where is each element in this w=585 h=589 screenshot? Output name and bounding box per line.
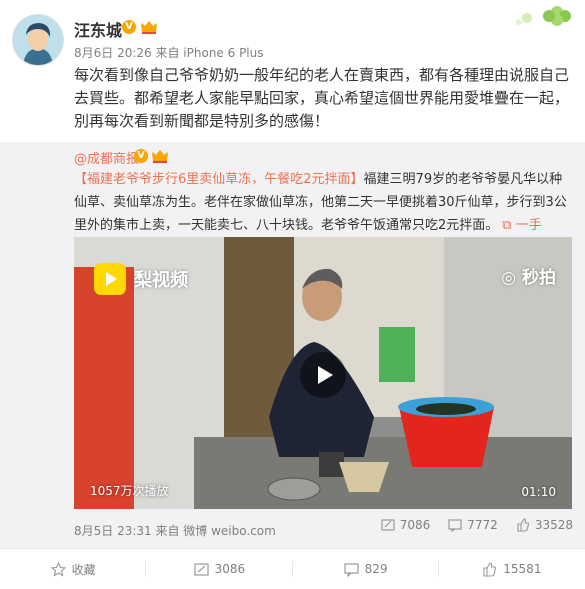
- video-player[interactable]: 梨视频 ◎ 秒拍 1057万次播放 01:10: [74, 237, 572, 509]
- brand-name: 梨视频: [134, 270, 188, 291]
- crown-icon: [152, 150, 168, 163]
- like-count[interactable]: 33528: [516, 518, 573, 532]
- comment-icon: [448, 519, 462, 532]
- like-icon: [483, 561, 497, 577]
- username[interactable]: 汪东城: [74, 17, 122, 41]
- post-text: 每次看到像自己爷爷奶奶一般年纪的老人在賣東西，都有各種理由说服自己去買些。都希望…: [74, 66, 570, 130]
- repost-stats: 7086 7772 33528: [381, 518, 573, 532]
- view-count: 1057万次播放: [90, 484, 169, 498]
- repost-author[interactable]: @成都商报: [74, 148, 139, 167]
- clover-icon: [516, 6, 571, 26]
- crown-icon: [141, 21, 157, 34]
- repost-topic[interactable]: 【福建老爷爷步行6里卖仙草冻，午餐吃2元拌面】: [74, 172, 364, 187]
- favorite-button[interactable]: 收藏: [0, 549, 147, 589]
- comment-count[interactable]: 7772: [448, 518, 498, 532]
- like-button[interactable]: 15581: [439, 549, 585, 589]
- repost-card: @成都商报 V 【福建老爷爷步行6里卖仙草冻，午餐吃2元拌面】福建三明79岁的老…: [0, 142, 585, 548]
- verified-badge: V: [122, 20, 136, 34]
- post-header: 汪东城 V 8月6日 20:26 来自 iPhone 6 Plus 每次看到像自…: [0, 0, 585, 160]
- repost-icon: [381, 519, 395, 531]
- brand-logo-icon: [94, 263, 126, 295]
- like-count-label: 33528: [534, 518, 573, 532]
- repost-count[interactable]: 7086: [381, 518, 431, 532]
- comment-icon: [344, 562, 359, 577]
- comment-count-label: 7772: [467, 518, 498, 532]
- repost-footer: 8月5日 23:31 来自 微博 weibo.com: [74, 524, 276, 538]
- action-bar: 收藏 3086 829 15581: [0, 548, 585, 589]
- comment-button[interactable]: 829: [293, 549, 440, 589]
- like-icon: [517, 518, 529, 532]
- video-duration: 01:10: [521, 485, 556, 499]
- comment-label: 829: [364, 562, 388, 576]
- repost-icon: [193, 562, 209, 576]
- like-label: 15581: [503, 562, 542, 576]
- post-meta: 8月6日 20:26 来自 iPhone 6 Plus: [74, 46, 264, 60]
- repost-label: 3086: [214, 562, 246, 576]
- video-brand: 梨视频: [94, 263, 188, 295]
- verified-badge: V: [134, 149, 148, 163]
- avatar[interactable]: [12, 14, 64, 66]
- favorite-label: 收藏: [71, 562, 96, 577]
- miaopai-watermark: ◎ 秒拍: [501, 268, 556, 288]
- repost-button[interactable]: 3086: [146, 549, 293, 589]
- video-link-icon: ⧉: [502, 218, 516, 233]
- repost-count-label: 7086: [399, 518, 431, 532]
- watermark-label: 秒拍: [522, 268, 556, 288]
- star-icon: [50, 561, 66, 577]
- play-icon[interactable]: [300, 352, 346, 398]
